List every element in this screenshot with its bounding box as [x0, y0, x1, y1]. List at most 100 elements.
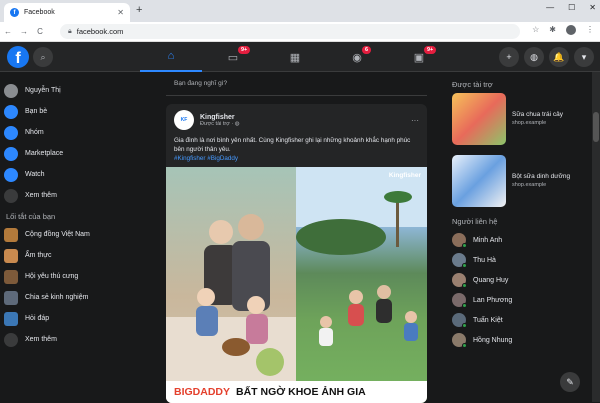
shortcut-thumbnail — [4, 290, 18, 305]
facebook-header: f ⌕ ⌂ ▭ 9+ ▦ ◉ 6 ▣ 9+ + ◍ 🔔 ▾ — [0, 42, 600, 72]
ad-domain: shop.example — [512, 182, 547, 188]
notification-badge: 6 — [362, 46, 372, 54]
sidebar-item-label: Nguyễn Thị — [25, 87, 61, 94]
shortcut-label: Ẩm thực — [25, 252, 52, 259]
account-menu-icon[interactable]: ▾ — [574, 47, 594, 67]
shortcut-label: Hội yêu thú cưng — [25, 273, 79, 280]
shortcut-thumbnail — [4, 248, 18, 263]
sidebar-item-see-more[interactable]: Xem thêm — [4, 185, 154, 206]
facebook-favicon-icon: f — [10, 8, 19, 17]
profile-avatar[interactable] — [566, 25, 576, 35]
contact-name: Tuấn Kiệt — [473, 316, 503, 324]
contact-item[interactable]: Minh Anh — [452, 230, 592, 250]
contact-item[interactable]: Hồng Nhung — [452, 330, 592, 350]
sidebar-item-label: Nhóm — [25, 129, 44, 136]
sponsored-ad[interactable]: Bột sữa dinh dưỡng shop.example — [452, 155, 592, 207]
watch-tab[interactable]: ▭ 9+ — [202, 42, 264, 72]
post-body: Gia đình là nơi bình yên nhất. Cùng King… — [174, 137, 411, 153]
post-hashtags[interactable]: #Kingfisher #BigDaddy — [174, 155, 238, 162]
contact-name: Lan Phương — [473, 296, 513, 304]
shortcut-item[interactable]: Hội yêu thú cưng — [4, 266, 154, 287]
new-message-icon[interactable]: ✎ — [560, 372, 580, 392]
shortcut-thumbnail — [4, 311, 18, 326]
search-icon[interactable]: ⌕ — [33, 47, 53, 67]
back-button[interactable]: ← — [0, 27, 16, 36]
left-sidebar: Nguyễn Thị Bạn bè Nhóm Marketplace Watch… — [4, 80, 154, 350]
feed-post: KF Kingfisher Được tài trợ · ◍ ··· Gia đ… — [166, 104, 427, 403]
browser-toolbar: ← → C 🔒︎ facebook.com ☆ ✱ ⋮ — [0, 22, 600, 42]
caption-text: BẤT NGỜ KHOE ẢNH GIA — [236, 386, 366, 398]
gaming-icon: ▣ — [413, 51, 425, 64]
sponsored-ad[interactable]: Sữa chua trái cây shop.example — [452, 93, 592, 145]
avatar — [452, 253, 467, 268]
shortcut-item[interactable]: Hỏi đáp — [4, 308, 154, 329]
facebook-logo[interactable]: f — [7, 46, 29, 68]
notifications-icon[interactable]: 🔔 — [549, 47, 569, 67]
maximize-button[interactable]: ☐ — [568, 3, 575, 12]
watch-icon — [4, 167, 18, 182]
bookmark-star-icon[interactable]: ☆ — [532, 25, 539, 35]
home-icon: ⌂ — [167, 50, 175, 62]
post-text: Gia đình là nơi bình yên nhất. Cùng King… — [166, 132, 427, 167]
address-bar[interactable]: 🔒︎ facebook.com — [60, 24, 520, 39]
online-indicator — [462, 263, 467, 268]
marketplace-icon: ▦ — [289, 51, 301, 64]
post-images[interactable]: Kingfisher BIGDADDY BẤT NGỜ KHOE ẢNH GIA — [166, 167, 427, 403]
reload-button[interactable]: C — [32, 27, 48, 36]
shortcut-label: Cộng đồng Việt Nam — [25, 231, 90, 238]
post-image-family[interactable] — [166, 167, 296, 403]
online-indicator — [462, 323, 467, 328]
sidebar-item-marketplace[interactable]: Marketplace — [4, 143, 154, 164]
shortcut-see-more[interactable]: Xem thêm — [4, 329, 154, 350]
shortcuts-heading: Lối tắt của bạn — [6, 212, 56, 221]
contact-item[interactable]: Tuấn Kiệt — [452, 310, 592, 330]
window-close-button[interactable]: ✕ — [589, 3, 596, 12]
garden-illustration — [296, 167, 427, 346]
messenger-icon[interactable]: ◍ — [524, 47, 544, 67]
sidebar-item-friends[interactable]: Bạn bè — [4, 101, 154, 122]
scrollbar-thumb[interactable] — [593, 112, 599, 142]
extensions-icon[interactable]: ✱ — [549, 25, 556, 35]
contact-item[interactable]: Quang Huy — [452, 270, 592, 290]
page-scrollbar[interactable] — [592, 72, 600, 402]
avatar — [452, 293, 467, 308]
shortcut-item[interactable]: Cộng đồng Việt Nam — [4, 224, 154, 245]
home-tab[interactable]: ⌂ — [140, 42, 202, 72]
page-avatar[interactable]: KF — [174, 110, 194, 130]
shortcut-item[interactable]: Chia sẻ kinh nghiệm — [4, 287, 154, 308]
sidebar-item-groups[interactable]: Nhóm — [4, 122, 154, 143]
browser-tab-strip: f Facebook ✕ + — ☐ ✕ — [0, 0, 600, 22]
more-options-icon[interactable]: ··· — [411, 116, 419, 125]
contact-item[interactable]: Thu Hà — [452, 250, 592, 270]
groups-icon: ◉ — [352, 51, 362, 64]
create-post-input[interactable]: Bạn đang nghĩ gì? — [166, 72, 427, 96]
sidebar-item-watch[interactable]: Watch — [4, 164, 154, 185]
online-indicator — [462, 283, 467, 288]
gaming-tab[interactable]: ▣ 9+ — [388, 42, 450, 72]
browser-menu-icon[interactable]: ⋮ — [586, 25, 594, 35]
contact-name: Thu Hà — [473, 256, 496, 264]
marketplace-tab[interactable]: ▦ — [264, 42, 326, 72]
family-illustration — [166, 214, 296, 403]
right-sidebar: Được tài trợ Sữa chua trái cây shop.examp… — [452, 80, 592, 350]
forward-button[interactable]: → — [16, 27, 32, 36]
create-button[interactable]: + — [499, 47, 519, 67]
contact-item[interactable]: Lan Phương — [452, 290, 592, 310]
browser-tab[interactable]: f Facebook ✕ — [4, 3, 130, 22]
ad-title: Sữa chua trái cây — [512, 111, 563, 118]
shortcut-item[interactable]: Ẩm thực — [4, 245, 154, 266]
post-image-garden[interactable]: Kingfisher — [296, 167, 427, 403]
new-tab-button[interactable]: + — [136, 4, 142, 16]
image-brand-tag: Kingfisher — [388, 172, 421, 179]
groups-tab[interactable]: ◉ 6 — [326, 42, 388, 72]
friends-icon — [4, 104, 18, 119]
minimize-button[interactable]: — — [546, 3, 554, 12]
sidebar-item-profile[interactable]: Nguyễn Thị — [4, 80, 154, 101]
ad-image — [452, 93, 506, 145]
tab-close-icon[interactable]: ✕ — [117, 8, 124, 17]
notification-badge: 9+ — [238, 46, 251, 54]
ad-title: Bột sữa dinh dưỡng — [512, 173, 571, 180]
page-name[interactable]: Kingfisher — [200, 114, 240, 121]
marketplace-icon — [4, 146, 18, 161]
sidebar-item-label: Marketplace — [25, 150, 64, 157]
